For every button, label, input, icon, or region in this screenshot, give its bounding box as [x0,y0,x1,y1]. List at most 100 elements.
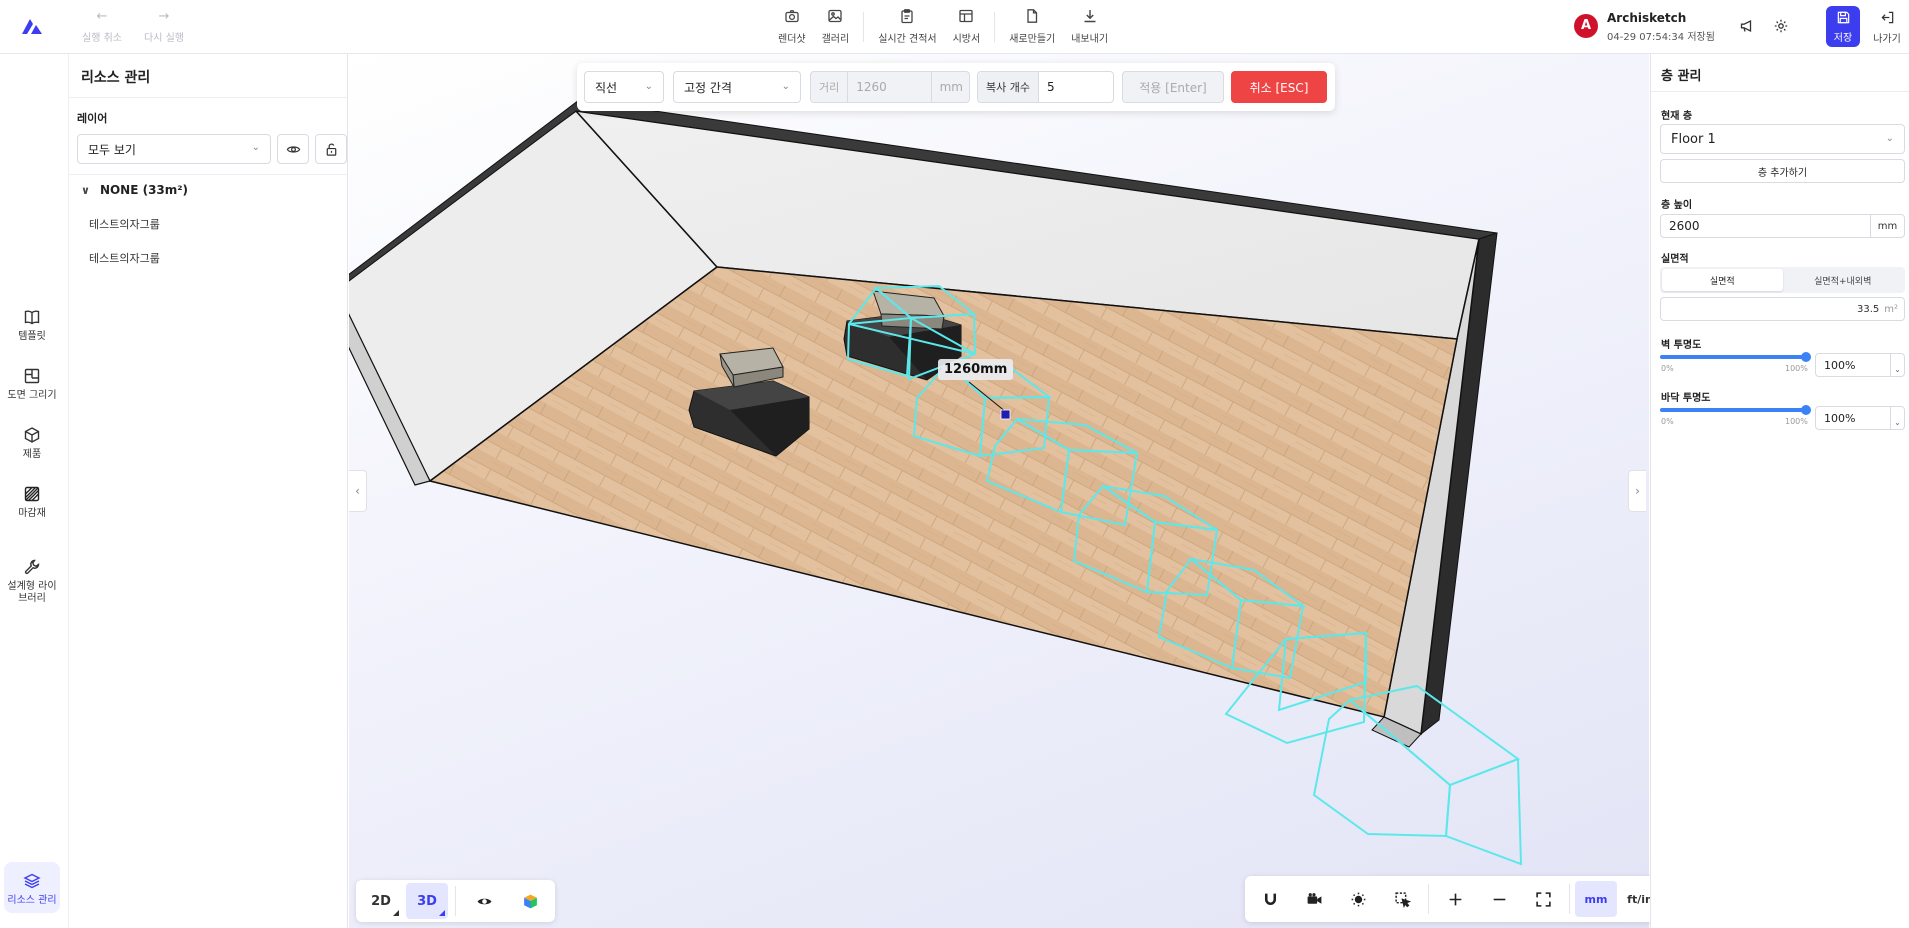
floor-opacity-handle[interactable] [1801,405,1811,415]
export-label: 내보내기 [1071,34,1109,45]
live-estimate-button[interactable]: 실시간 견적서 [870,8,944,45]
floor-height-unit: mm [1870,215,1904,237]
settings-button[interactable] [1767,12,1795,40]
video-camera-icon [1307,892,1321,904]
nav-design-library[interactable]: 설계형 라이브러리 [0,558,64,605]
floor-opacity-label: 바닥 투명도 [1661,393,1711,404]
copy-count-label: 복사 개수 [978,72,1039,102]
exit-button[interactable]: 나가기 [1870,10,1904,45]
3d-viewport[interactable] [349,54,1649,928]
apply-button[interactable]: 적용 [Enter] [1122,71,1224,103]
spacing-mode-value: 고정 간격 [684,80,732,95]
lighting-button[interactable] [1337,881,1379,917]
resource-panel: 리소스 관리 레이어 모두 보기 ⌄ ∨ NONE (33m²) 테스트의자그룹… [68,54,348,928]
add-floor-button[interactable]: 층 추가하기 [1660,159,1905,183]
area-mode-with-walls[interactable]: 실면적+내외벽 [1783,269,1904,291]
new-file-button[interactable]: 새로만들기 [1001,8,1063,45]
material-view-button[interactable] [509,883,551,919]
wall-opacity-handle[interactable] [1801,352,1811,362]
camera-icon [785,10,799,23]
hatch-icon [24,486,40,502]
nav-resource-management[interactable]: 리소스 관리 [4,862,60,913]
colored-cube-icon [523,894,537,908]
area-value-field: 33.5 m² [1660,297,1905,321]
layer-visibility-button[interactable] [277,134,309,164]
resource-panel-title: 리소스 관리 [69,54,347,98]
save-button[interactable]: 저장 [1826,6,1860,47]
gallery-button[interactable]: 갤러리 [814,8,858,45]
distance-value: 1260 [856,80,887,94]
distance-label-text: 거리 [811,72,849,102]
current-floor-select[interactable]: Floor 1 ⌄ [1660,124,1905,154]
archisketch-logo[interactable] [18,12,46,40]
chevron-left-icon: ‹ [355,484,360,498]
redo-label: 다시 실행 [144,33,184,44]
list-item[interactable]: 테스트의자그룹 [89,250,160,266]
measure-point[interactable] [1000,409,1011,420]
area-select-button[interactable] [1381,881,1423,917]
wall-opacity-input[interactable]: 100% ⌄ [1815,353,1905,377]
area-mode-net[interactable]: 실면적 [1662,269,1783,291]
unit-mm-label: mm [1584,892,1608,906]
collapse-left-panel-button[interactable]: ‹ [349,470,367,512]
redo-arrow-icon: → [158,9,170,24]
view-2d-button[interactable]: 2D [360,883,402,919]
redo-button[interactable]: → 다시 실행 [142,9,186,45]
area-label: 실면적 [1661,254,1689,265]
unit-mm-button[interactable]: mm [1575,881,1617,917]
gallery-icon [828,9,843,23]
view-2d-label: 2D [371,893,391,909]
top-toolbar: ← 실행 취소 → 다시 실행 렌더샷 갤러리 실시간 견적서 시방서 새로만들 [0,0,1909,54]
room-scene[interactable] [349,54,1649,928]
array-copy-toolbar: 직선 ⌄ 고정 간격 ⌄ 거리 1260 mm 복사 개수 5 적용 [Ente… [577,63,1335,111]
visibility-toggle-button[interactable] [463,883,505,919]
copy-count-field[interactable]: 복사 개수 5 [977,71,1114,103]
user-name: Archisketch [1607,11,1687,25]
chevron-down-icon: ⌄ [644,81,653,92]
layer-group-header[interactable]: ∨ NONE (33m²) [81,183,188,197]
cancel-button[interactable]: 취소 [ESC] [1231,71,1327,103]
nav-finishes-label: 마감재 [18,508,46,519]
collapse-right-panel-button[interactable]: › [1628,470,1646,512]
fit-view-button[interactable] [1522,881,1564,917]
nav-template[interactable]: 템플릿 [0,308,64,343]
floor-opacity-input[interactable]: 100% ⌄ [1815,406,1905,430]
spacing-mode-select[interactable]: 고정 간격 ⌄ [673,71,801,103]
view-3d-button[interactable]: 3D [406,883,448,919]
nav-floorplan[interactable]: 도면 그리기 [0,367,64,402]
undo-button[interactable]: ← 실행 취소 [80,10,124,45]
floor-opacity-slider[interactable] [1660,405,1811,415]
snap-button[interactable] [1249,881,1291,917]
render-shot-button[interactable]: 렌더샷 [770,8,814,45]
list-item[interactable]: 테스트의자그룹 [89,216,160,232]
wall-opacity-slider[interactable] [1660,352,1811,362]
floor-opacity-value: 100% [1824,412,1856,425]
zoom-out-button[interactable] [1478,881,1520,917]
wall-opacity-value: 100% [1824,359,1856,372]
export-button[interactable]: 내보내기 [1063,8,1116,45]
layer-lock-button[interactable] [315,134,347,164]
area-value: 33.5 [1856,303,1880,315]
floor-height-input[interactable]: 2600 mm [1660,214,1905,238]
copy-mode-select[interactable]: 직선 ⌄ [584,71,664,103]
spec-sheet-button[interactable]: 시방서 [945,8,989,45]
zoom-in-button[interactable] [1434,881,1476,917]
nav-finishes[interactable]: 마감재 [0,485,64,520]
avatar[interactable]: A [1574,14,1598,38]
download-icon [1084,10,1096,23]
stepper-icon[interactable]: ⌄ [1890,407,1904,429]
chevron-down-icon: ⌄ [251,142,260,153]
wall-opacity-min: 0% [1661,364,1674,373]
distance-field[interactable]: 거리 1260 mm [810,71,970,103]
floor-panel-title: 층 관리 [1651,54,1909,92]
cube-icon [24,427,40,443]
exit-label: 나가기 [1873,34,1901,45]
undo-label: 실행 취소 [82,33,122,44]
layers-icon [23,873,41,889]
nav-products[interactable]: 제품 [0,426,64,461]
announcement-button[interactable] [1733,12,1761,40]
magnet-icon [1264,893,1276,905]
camera-view-button[interactable] [1293,881,1335,917]
layer-filter-select[interactable]: 모두 보기 ⌄ [77,134,271,164]
stepper-icon[interactable]: ⌄ [1890,354,1904,376]
